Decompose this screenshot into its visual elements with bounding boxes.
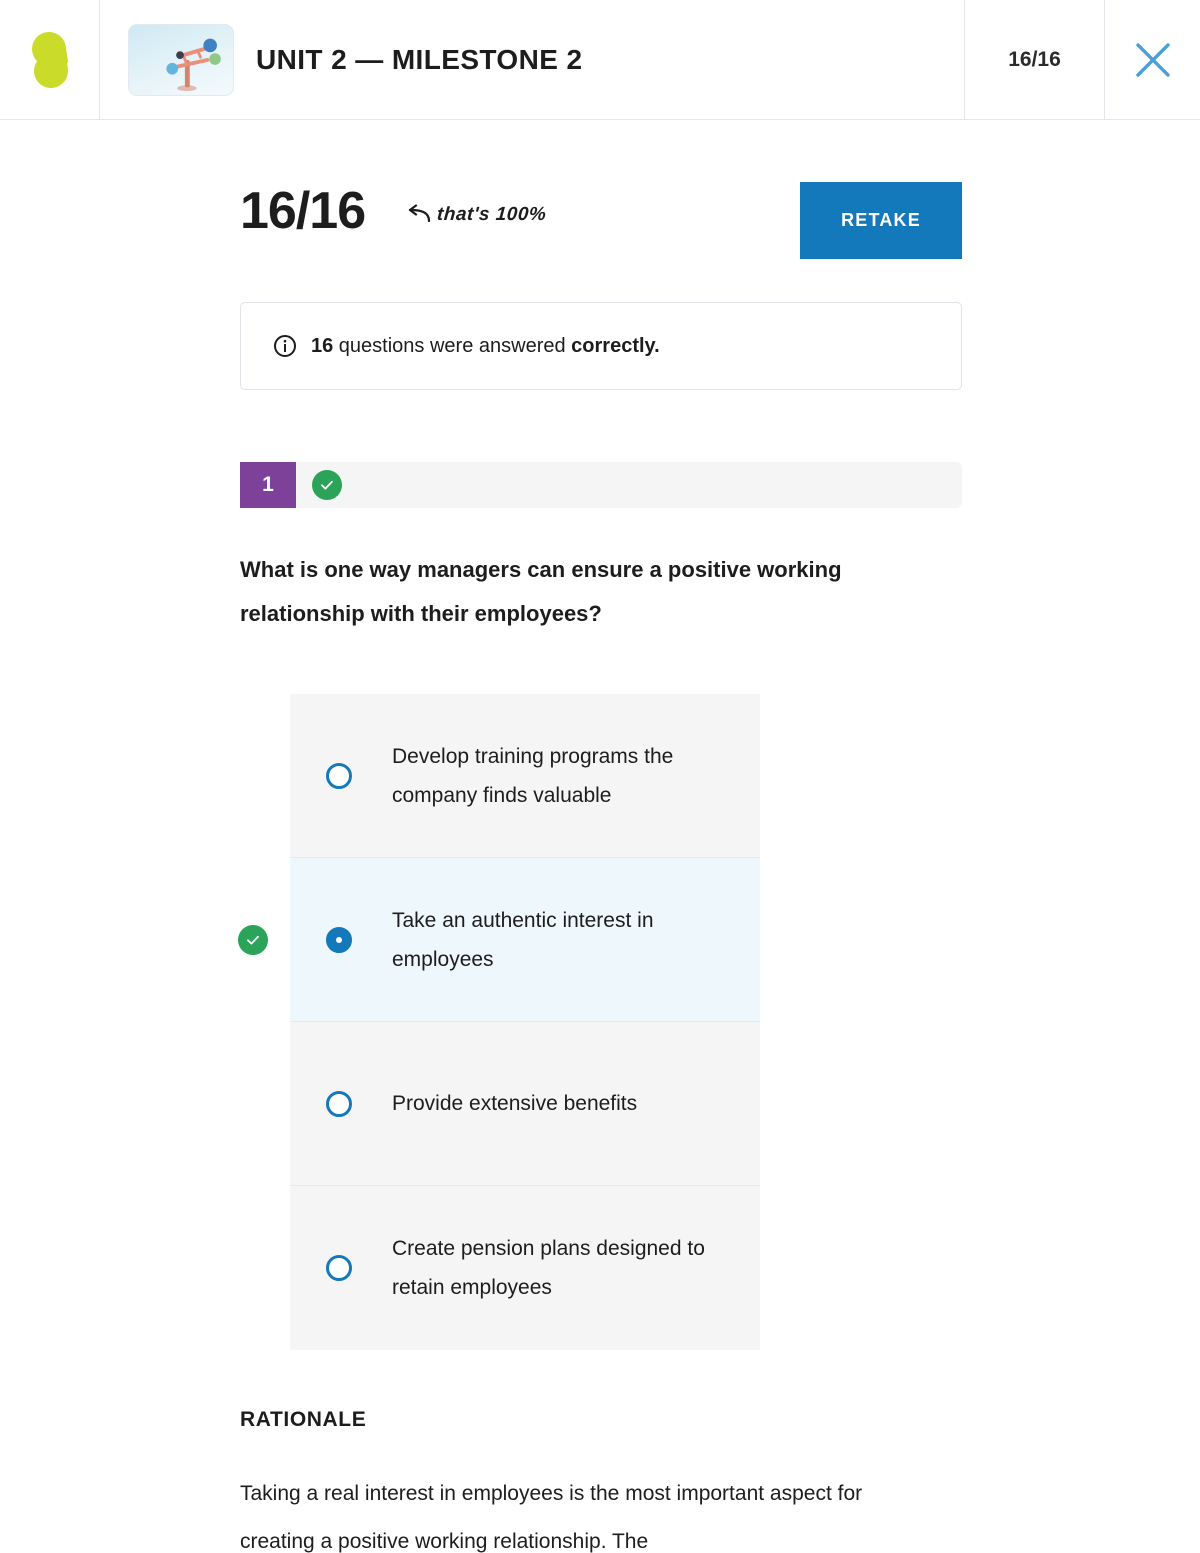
option-row[interactable]: Provide extensive benefits — [290, 1022, 760, 1186]
question-block: 1 What is one way managers can ensure a … — [238, 462, 962, 1553]
options-list: Develop training programs the company fi… — [238, 694, 760, 1350]
correct-answer-marker — [238, 924, 268, 955]
question-header-bar: 1 — [240, 462, 962, 508]
option-row[interactable]: Create pension plans designed to retain … — [290, 1186, 760, 1350]
annotation-text: that's 100% — [436, 204, 548, 225]
question-number-badge: 1 — [240, 462, 296, 508]
question-correct-badge — [312, 470, 342, 500]
question-prompt: What is one way managers can ensure a po… — [240, 557, 842, 626]
radio-icon[interactable] — [326, 926, 352, 953]
app-header: UNIT 2 — MILESTONE 2 16/16 — [0, 0, 1200, 120]
course-thumbnail-icon — [128, 23, 234, 96]
sophia-logo-cell[interactable] — [0, 0, 100, 119]
close-button[interactable] — [1104, 0, 1200, 119]
retake-button[interactable]: RETAKE — [800, 182, 962, 259]
option-row[interactable]: Take an authentic interest in employees — [238, 858, 760, 1022]
curved-left-arrow-icon — [409, 204, 431, 223]
radio-icon[interactable] — [326, 762, 352, 789]
radio-icon[interactable] — [326, 1090, 352, 1117]
rationale-title: RATIONALE — [240, 1408, 367, 1431]
radio-icon[interactable] — [326, 1255, 352, 1281]
results-content: 16/16 that's 100% RETAKE 16 questions we… — [238, 120, 962, 1553]
rationale-body: Taking a real interest in employees is t… — [240, 1482, 863, 1553]
options-wrap: Develop training programs the company fi… — [238, 694, 962, 1350]
info-banner-emphasis: correctly. — [571, 334, 660, 357]
score-annotation: that's 100% — [405, 204, 548, 226]
rationale-section: RATIONALE Taking a real interest in empl… — [240, 1408, 962, 1553]
option-label: Create pension plans designed to retain … — [392, 1237, 705, 1299]
info-banner-text: 16 questions were answered correctly. — [311, 335, 660, 358]
page-body: 16/16 that's 100% RETAKE 16 questions we… — [0, 120, 1200, 1553]
info-icon — [273, 334, 297, 358]
page-title: UNIT 2 — MILESTONE 2 — [256, 43, 583, 75]
check-icon — [321, 480, 333, 490]
info-banner: 16 questions were answered correctly. — [240, 302, 962, 390]
info-banner-middle: questions were answered — [333, 334, 572, 357]
score-row: 16/16 that's 100% RETAKE — [240, 182, 962, 260]
big-score: 16/16 — [240, 182, 366, 240]
header-title-cell: UNIT 2 — MILESTONE 2 — [100, 0, 964, 119]
check-icon — [247, 935, 259, 944]
option-label: Develop training programs the company fi… — [392, 744, 674, 807]
sophia-logo-icon — [28, 29, 72, 90]
option-row[interactable]: Develop training programs the company fi… — [290, 694, 760, 858]
info-banner-count: 16 — [311, 334, 334, 357]
option-label: Take an authentic interest in employees — [392, 908, 654, 971]
header-score: 16/16 — [964, 0, 1104, 119]
option-label: Provide extensive benefits — [392, 1092, 638, 1115]
close-icon — [1135, 42, 1170, 77]
